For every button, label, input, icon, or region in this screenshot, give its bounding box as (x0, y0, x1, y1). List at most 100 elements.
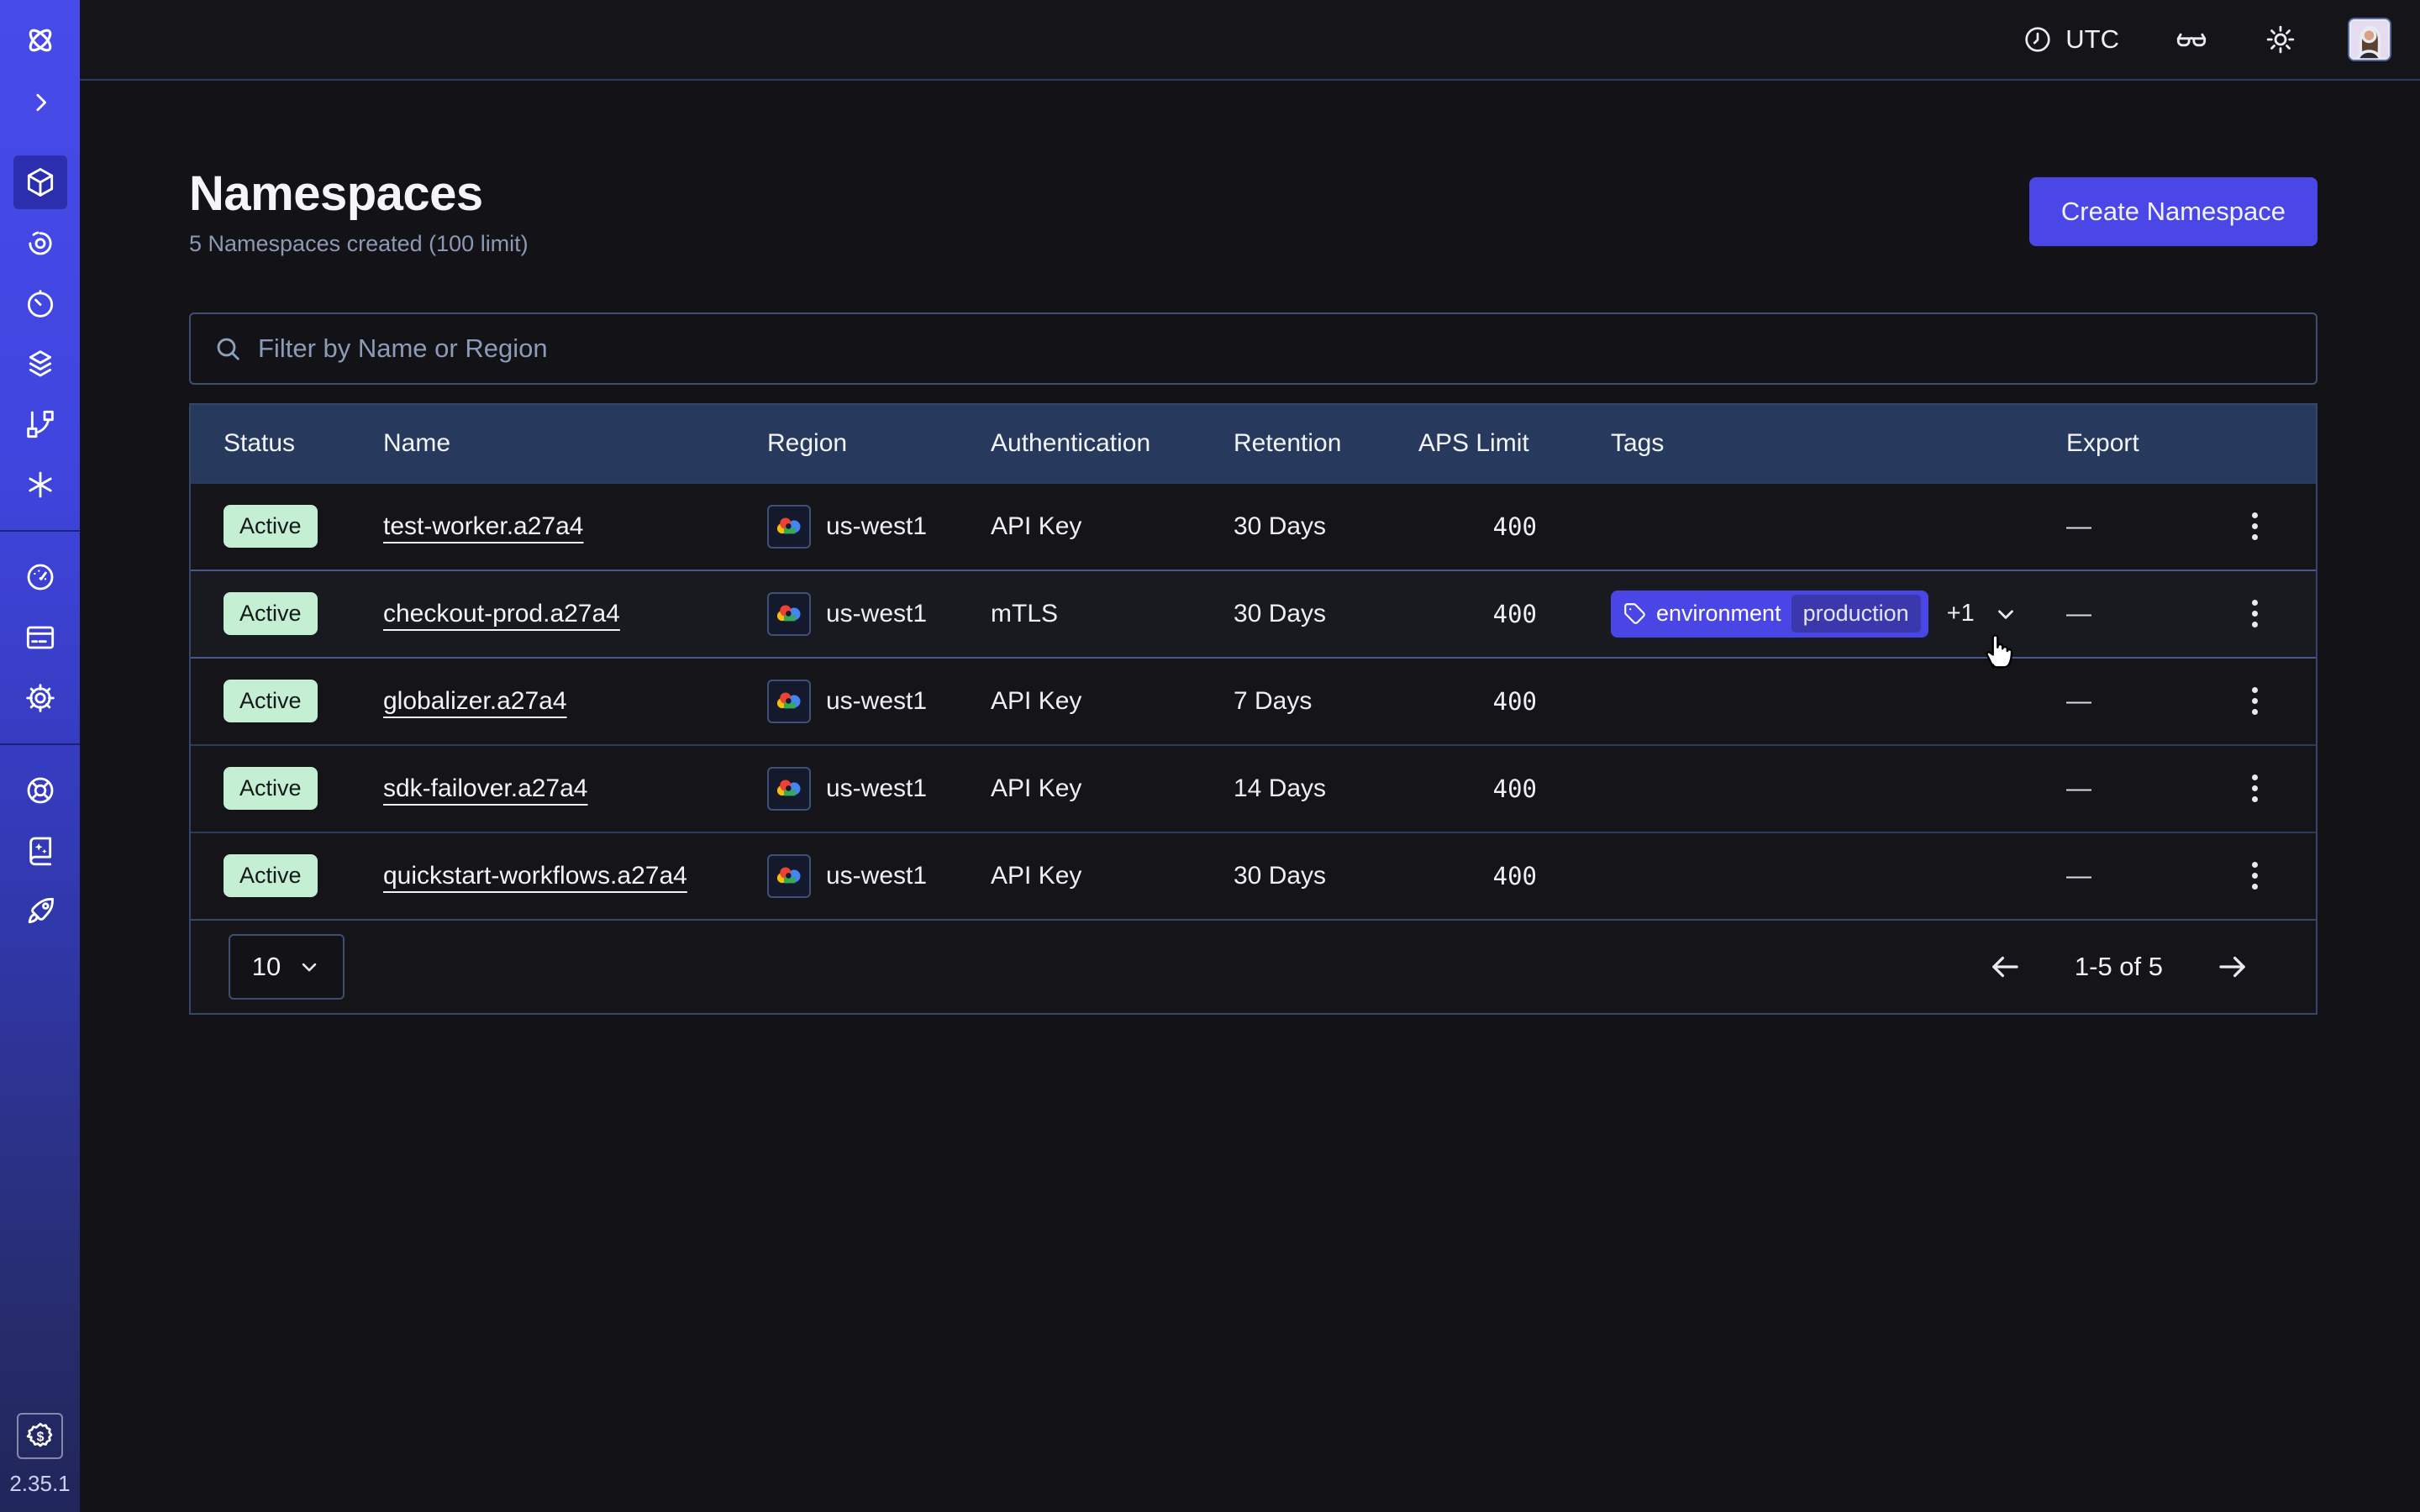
region-label: us-west1 (826, 512, 927, 541)
next-page-button[interactable] (2215, 949, 2250, 984)
tag-more-count: +1 (1947, 600, 1975, 627)
sidebar-item-settings[interactable] (13, 671, 67, 725)
retention-value: 7 Days (1201, 687, 1386, 716)
sidebar-item-get-started[interactable] (13, 885, 67, 938)
table-row: Active sdk-failover.a27a4 us-west1 API K… (191, 744, 2316, 832)
theme-toggle-button[interactable] (2264, 23, 2297, 56)
sidebar-item-support[interactable] (13, 764, 67, 817)
sidebar: $ 2.35.1 (0, 0, 80, 1512)
auth-value: API Key (958, 512, 1201, 541)
export-value: — (2033, 512, 2193, 541)
sidebar-item-timer[interactable] (13, 276, 67, 330)
export-value: — (2033, 600, 2193, 628)
filter-input[interactable] (258, 333, 2316, 364)
col-tags: Tags (1578, 429, 2033, 458)
row-menu-button[interactable] (2240, 679, 2270, 723)
aps-limit-value: 400 (1386, 600, 1578, 628)
region-label: us-west1 (826, 600, 927, 628)
accessibility-button[interactable] (2175, 23, 2208, 56)
sidebar-expand-button[interactable] (13, 76, 67, 129)
namespaces-table: Status Name Region Authentication Retent… (189, 403, 2317, 1015)
auth-value: API Key (958, 774, 1201, 803)
col-aps-limit: APS Limit (1386, 429, 1578, 458)
topbar: UTC (80, 0, 2420, 81)
main-content: Namespaces 5 Namespaces created (100 lim… (80, 81, 2420, 1512)
tags-expand-button[interactable] (1993, 601, 2018, 627)
billing-card-icon (24, 621, 57, 654)
retention-value: 30 Days (1201, 600, 1386, 628)
namespace-link[interactable]: sdk-failover.a27a4 (383, 774, 588, 802)
chevron-down-icon (1993, 601, 2018, 627)
region-label: us-west1 (826, 687, 927, 716)
status-badge: Active (224, 854, 318, 897)
aps-limit-value: 400 (1386, 512, 1578, 541)
sidebar-item-usage[interactable] (13, 550, 67, 604)
gear-icon (24, 681, 57, 715)
layers-icon (24, 347, 57, 381)
cube-icon (24, 165, 57, 199)
col-authentication: Authentication (958, 429, 1201, 458)
tag-icon (1623, 602, 1646, 625)
aps-limit-value: 400 (1386, 862, 1578, 890)
auth-value: API Key (958, 687, 1201, 716)
status-badge: Active (224, 680, 318, 722)
sidebar-item-billing[interactable] (13, 611, 67, 664)
table-row: Active quickstart-workflows.a27a4 us-wes… (191, 832, 2316, 919)
tag-key: environment (1656, 601, 1781, 627)
namespace-link[interactable]: quickstart-workflows.a27a4 (383, 862, 687, 890)
row-menu-button[interactable] (2240, 853, 2270, 898)
page-title: Namespaces (189, 166, 529, 223)
git-branch-icon (24, 407, 57, 441)
timezone-label: UTC (2065, 24, 2119, 55)
namespace-count: 5 Namespaces created (100 limit) (189, 231, 529, 257)
retention-value: 30 Days (1201, 512, 1386, 541)
status-badge: Active (224, 767, 318, 810)
sidebar-item-asterisk[interactable] (13, 458, 67, 512)
namespace-link[interactable]: globalizer.a27a4 (383, 687, 567, 715)
gcp-cloud-icon (767, 767, 811, 811)
create-namespace-button[interactable]: Create Namespace (2029, 177, 2317, 246)
clock-icon (2022, 24, 2054, 55)
row-menu-button[interactable] (2240, 504, 2270, 549)
retention-value: 14 Days (1201, 774, 1386, 803)
page-size-value: 10 (252, 952, 281, 982)
billing-badge-button[interactable]: $ (17, 1413, 63, 1459)
sidebar-item-branch[interactable] (13, 397, 67, 451)
timezone-button[interactable]: UTC (2022, 24, 2119, 55)
row-menu-button[interactable] (2240, 591, 2270, 636)
export-value: — (2033, 862, 2193, 890)
sidebar-item-docs[interactable] (13, 824, 67, 878)
aps-limit-value: 400 (1386, 687, 1578, 716)
search-icon (213, 333, 243, 364)
col-region: Region (734, 429, 958, 458)
namespace-link[interactable]: test-worker.a27a4 (383, 512, 583, 540)
row-menu-button[interactable] (2240, 766, 2270, 811)
sidebar-item-rings[interactable] (13, 216, 67, 270)
tag-pill[interactable]: environment production (1611, 591, 1928, 638)
chevron-right-icon (28, 90, 53, 115)
status-badge: Active (224, 592, 318, 635)
col-retention: Retention (1201, 429, 1386, 458)
sidebar-divider (0, 743, 80, 745)
lifebuoy-icon (24, 774, 57, 807)
gcp-cloud-icon (767, 592, 811, 636)
page-size-select[interactable]: 10 (229, 934, 345, 1000)
gcp-cloud-icon (767, 680, 811, 723)
glasses-icon (2175, 23, 2208, 56)
region-label: us-west1 (826, 862, 927, 890)
user-avatar[interactable] (2348, 18, 2391, 61)
col-status: Status (191, 429, 350, 458)
table-footer: 10 1-5 of 5 (191, 919, 2316, 1013)
arrow-right-icon (2215, 949, 2250, 984)
export-value: — (2033, 687, 2193, 716)
auth-value: mTLS (958, 600, 1201, 628)
tag-value: production (1791, 595, 1921, 633)
sidebar-item-namespaces[interactable] (13, 155, 67, 209)
badge-dollar-icon: $ (24, 1420, 56, 1452)
retention-value: 30 Days (1201, 862, 1386, 890)
prev-page-button[interactable] (1987, 949, 2023, 984)
gcp-cloud-icon (767, 505, 811, 549)
namespace-link[interactable]: checkout-prod.a27a4 (383, 600, 620, 627)
sidebar-item-layers[interactable] (13, 337, 67, 391)
timer-icon (24, 286, 57, 320)
